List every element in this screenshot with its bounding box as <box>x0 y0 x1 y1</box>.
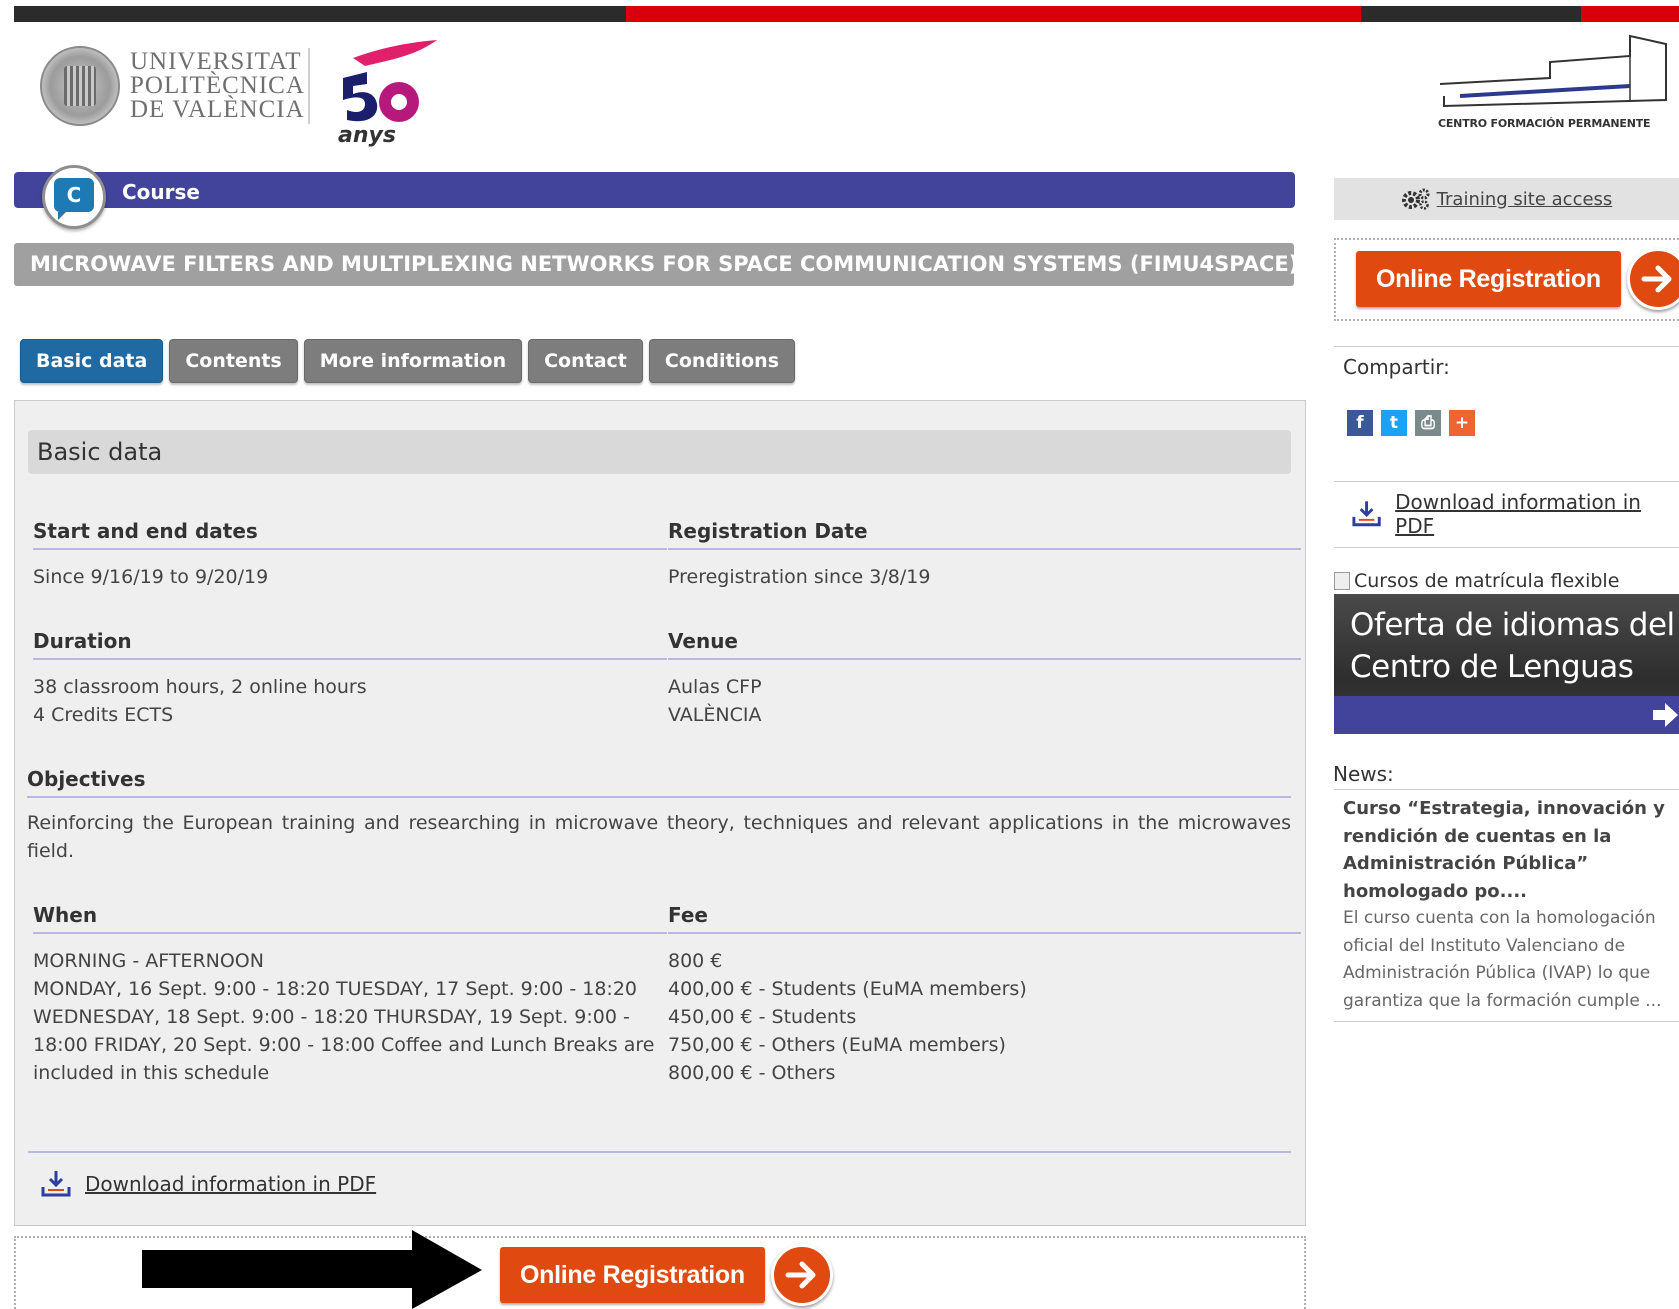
anniversary-text: anys <box>338 123 396 148</box>
twitter-icon[interactable]: t <box>1381 410 1407 436</box>
when-label: When <box>33 903 667 934</box>
print-icon[interactable]: ⎙ <box>1415 410 1441 436</box>
banner-text: Oferta de idiomas del Centro de Lenguas <box>1350 604 1675 688</box>
objectives-text: Reinforcing the European training and re… <box>27 812 1291 862</box>
university-name-line: UNIVERSITAT <box>130 48 302 75</box>
sidebar-online-registration-button[interactable]: Online Registration <box>1356 248 1679 310</box>
university-name-line: POLITÈCNICA <box>130 72 305 99</box>
facebook-icon[interactable]: f <box>1347 410 1373 436</box>
tab-more-information[interactable]: More information <box>303 339 523 383</box>
university-seal-icon <box>40 46 120 126</box>
schedule-line: WEDNESDAY, 18 Sept. 9:00 - 18:20 THURSDA… <box>33 1006 630 1028</box>
basic-data-panel: Basic data Start and end dates Since 9/1… <box>14 400 1306 1226</box>
news-divider <box>1334 789 1679 790</box>
download-icon <box>1352 501 1381 527</box>
course-band <box>14 172 1295 208</box>
course-badge: C <box>42 165 106 229</box>
course-chat-icon: C <box>54 178 94 220</box>
sidebar-divider <box>1334 547 1679 548</box>
fee-line: 800,00 € - Others <box>668 1062 836 1084</box>
tab-conditions[interactable]: Conditions <box>648 339 796 383</box>
online-registration-label: Online Registration <box>500 1247 765 1303</box>
venue-line: Aulas CFP <box>668 676 762 698</box>
tab-contents[interactable]: Contents <box>169 339 298 383</box>
fee-line: 400,00 € - Students (EuMA members) <box>668 978 1027 1000</box>
course-type-label: Course <box>122 180 200 204</box>
training-site-access-link[interactable]: Training site access <box>1437 189 1613 210</box>
university-name: UNIVERSITAT POLITÈCNICA DE VALÈNCIA <box>130 48 305 123</box>
logo-divider <box>308 48 310 124</box>
arrow-right-icon <box>770 1244 833 1306</box>
download-pdf-link[interactable]: Download information in PDF <box>39 1169 376 1199</box>
tab-contact[interactable]: Contact <box>528 339 643 383</box>
venue-line: VALÈNCIA <box>668 704 762 726</box>
section-heading: Basic data <box>28 430 1291 474</box>
duration-line: 38 classroom hours, 2 online hours <box>33 676 367 698</box>
download-pdf-label: Download information in PDF <box>1395 490 1641 538</box>
news-item-title[interactable]: Curso “Estrategia, innovación y rendició… <box>1343 795 1679 905</box>
download-icon <box>41 1171 71 1197</box>
download-pdf-label: Download information in PDF <box>85 1172 377 1196</box>
upv-logo[interactable]: UNIVERSITAT POLITÈCNICA DE VALÈNCIA <box>40 46 305 126</box>
news-item-summary: El curso cuenta con la homologación ofic… <box>1343 908 1662 1011</box>
sidebar-download-pdf-link[interactable]: Download information in PDF <box>1350 490 1679 538</box>
news-label: News: <box>1333 762 1394 786</box>
pointing-arrow-icon <box>142 1230 482 1309</box>
gear-icon <box>1401 188 1430 210</box>
when-value: MORNING - AFTERNOON MONDAY, 16 Sept. 9:0… <box>33 947 654 1087</box>
sidebar-divider <box>1334 481 1679 482</box>
more-share-icon[interactable]: + <box>1449 410 1475 436</box>
registration-date-value: Preregistration since 3/8/19 <box>668 566 931 588</box>
banner-image: Oferta de idiomas del Centro de Lenguas <box>1334 594 1679 734</box>
news-divider <box>1334 1021 1679 1022</box>
sidebar-divider <box>1334 346 1679 347</box>
duration-line: 4 Credits ECTS <box>33 704 174 726</box>
fee-line: 750,00 € - Others (EuMA members) <box>668 1034 1006 1056</box>
registration-date-label: Registration Date <box>668 519 1301 550</box>
top-bar-segment <box>14 6 626 22</box>
duration-label: Duration <box>33 629 667 660</box>
schedule-line: MORNING - AFTERNOON <box>33 950 264 972</box>
schedule-line: MONDAY, 16 Sept. 9:00 - 18:20 TUESDAY, 1… <box>33 978 638 1000</box>
panel-divider <box>28 1151 1291 1153</box>
arrow-right-icon <box>1626 248 1679 310</box>
objectives-label: Objectives <box>27 767 1291 798</box>
schedule-line: included in this schedule <box>33 1062 270 1084</box>
fee-line: 450,00 € - Students <box>668 1006 857 1028</box>
banner-alt-label: Cursos de matrícula flexible <box>1354 570 1620 592</box>
duration-value: 38 classroom hours, 2 online hours 4 Cre… <box>33 673 367 729</box>
venue-label: Venue <box>668 629 1301 660</box>
banner-text-line: Centro de Lenguas <box>1350 649 1634 685</box>
online-registration-button[interactable]: Online Registration <box>500 1244 833 1306</box>
top-bar-segment <box>1581 6 1679 22</box>
fee-label: Fee <box>668 903 1301 934</box>
banner-band <box>1334 696 1679 734</box>
dates-value: Since 9/16/19 to 9/20/19 <box>33 566 269 588</box>
training-site-access[interactable]: Training site access <box>1334 178 1679 220</box>
top-bar-segment <box>1361 6 1581 22</box>
arrow-right-icon <box>1653 703 1678 727</box>
fee-value: 800 € 400,00 € - Students (EuMA members)… <box>668 947 1027 1087</box>
online-registration-label: Online Registration <box>1356 251 1621 307</box>
dates-label: Start and end dates <box>33 519 667 550</box>
center-name: CENTRO FORMACIÓN PERMANENTE <box>1438 117 1651 130</box>
course-title: MICROWAVE FILTERS AND MULTIPLEXING NETWO… <box>14 243 1298 286</box>
share-icons: f t ⎙ + <box>1347 410 1483 436</box>
university-name-line: DE VALÈNCIA <box>130 96 305 123</box>
share-label: Compartir: <box>1343 355 1450 379</box>
broken-image-icon <box>1334 572 1350 590</box>
schedule-line: 18:00 FRIDAY, 20 Sept. 9:00 - 18:00 Coff… <box>33 1034 655 1056</box>
venue-value: Aulas CFP VALÈNCIA <box>668 673 762 729</box>
fee-line: 800 € <box>668 950 723 972</box>
top-color-bar <box>14 6 1679 22</box>
tab-bar: Basic data Contents More information Con… <box>20 339 801 383</box>
top-bar-segment <box>626 6 1361 22</box>
languages-banner[interactable]: Cursos de matrícula flexible Oferta de i… <box>1334 568 1679 734</box>
banner-text-line: Oferta de idiomas del <box>1350 607 1675 643</box>
banner-alt-text: Cursos de matrícula flexible <box>1334 568 1679 594</box>
tab-basic-data[interactable]: Basic data <box>20 339 164 383</box>
